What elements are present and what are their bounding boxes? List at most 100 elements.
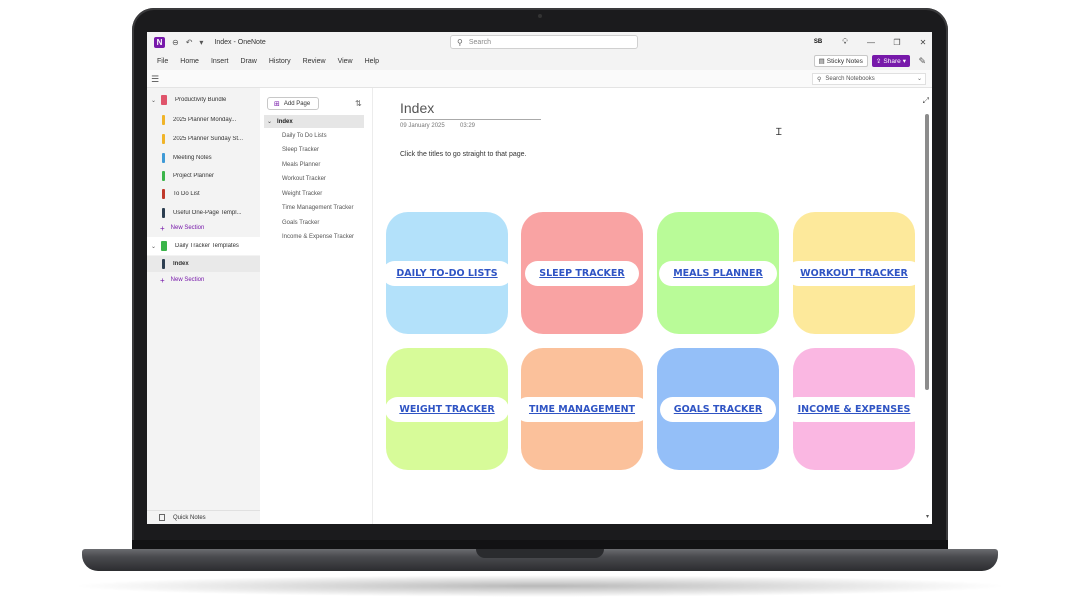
undo-icon[interactable]: ↶ [186, 38, 193, 47]
pen-icon[interactable]: ✎ [918, 56, 926, 67]
new-section-button[interactable]: + New Section [147, 272, 260, 288]
menu-view[interactable]: View [338, 58, 353, 65]
page-label: Index [277, 118, 293, 125]
notebook-daily-tracker-templates[interactable]: ⌄ Daily Tracker Templates [147, 237, 260, 255]
section-item[interactable]: Useful One-Page Templ... [147, 205, 260, 221]
onenote-logo-icon: N [154, 36, 165, 48]
tile-workout-tracker: WORKOUT TRACKER [786, 212, 922, 334]
section-item-index[interactable]: Index [147, 256, 260, 272]
link-sleep-tracker[interactable]: SLEEP TRACKER [525, 260, 639, 286]
webcam [538, 14, 542, 18]
page-item[interactable]: Sleep Tracker [264, 143, 364, 156]
minimize-icon[interactable]: — [866, 38, 876, 47]
page-canvas[interactable]: Index 09 January 2025 03:29 Click the ti… [374, 88, 932, 524]
section-color-bar [162, 208, 165, 218]
page-item[interactable]: Income & Expense Tracker [264, 230, 364, 243]
account-avatar[interactable]: SB [812, 37, 824, 47]
section-label: Useful One-Page Templ... [173, 210, 242, 216]
quick-access-dropdown-icon[interactable]: ▾ [199, 38, 203, 47]
page-item[interactable]: Weight Tracker [264, 187, 364, 200]
section-item[interactable]: To Do List [147, 186, 260, 202]
laptop-notch [476, 549, 604, 558]
vertical-scrollbar[interactable] [925, 114, 929, 390]
notebook-search-input[interactable]: ⚲ Search Notebooks ⌄ [812, 73, 926, 85]
back-icon[interactable]: ⊖ [172, 38, 179, 47]
window-title: Index - OneNote [214, 38, 266, 46]
hamburger-menu-icon[interactable]: ☰ [151, 74, 159, 85]
text-cursor-icon: Ɪ [776, 127, 782, 138]
share-icon: ⇪ [875, 58, 882, 65]
link-daily-to-do-lists[interactable]: DAILY TO-DO LISTS [382, 260, 512, 286]
page-label: Weight Tracker [282, 190, 323, 197]
page-item[interactable]: Meals Planner [264, 158, 364, 171]
menu-file[interactable]: File [157, 58, 168, 65]
notebook-name: Productivity Bundle [175, 97, 227, 103]
section-item[interactable]: 2025 Planner Monday... [147, 112, 260, 128]
link-weight-tracker[interactable]: WEIGHT TRACKER [385, 396, 509, 422]
section-color-bar [162, 259, 165, 269]
section-label: Project Planner [173, 173, 215, 179]
new-section-button[interactable]: + New Section [147, 220, 260, 236]
menu-review[interactable]: Review [303, 58, 326, 65]
sticky-notes-button[interactable]: ▤ Sticky Notes [813, 55, 868, 67]
menu-home[interactable]: Home [180, 58, 199, 65]
page-label: Time Management Tracker [282, 204, 354, 211]
expand-icon[interactable]: ⤢ [923, 96, 929, 106]
section-color-bar [162, 134, 165, 144]
scroll-down-icon[interactable]: ▾ [926, 513, 929, 520]
section-item[interactable]: Project Planner [147, 168, 260, 184]
laptop-shadow [70, 575, 1010, 597]
new-section-label: New Section [170, 225, 205, 231]
chevron-down-icon[interactable]: ⌄ [151, 97, 159, 104]
search-box[interactable]: ⚲ Search [450, 35, 638, 49]
navigation-bar: ☰ ⚲ Search Notebooks ⌄ [147, 70, 932, 88]
chevron-down-icon[interactable]: ⌄ [917, 75, 922, 82]
link-income-expenses[interactable]: INCOME & EXPENSES [783, 396, 925, 422]
notebook-productivity-bundle[interactable]: ⌄ Productivity Bundle [147, 92, 260, 108]
lightbulb-icon[interactable]: 💡︎ [840, 37, 850, 47]
link-time-management[interactable]: TIME MANAGEMENT [514, 396, 650, 422]
plus-icon: + [160, 275, 165, 285]
section-color-bar [162, 115, 165, 125]
page-item-index[interactable]: ⌄ Index [264, 115, 364, 128]
new-section-label: New Section [170, 277, 205, 283]
link-workout-tracker[interactable]: WORKOUT TRACKER [786, 260, 922, 286]
page-title[interactable]: Index [400, 100, 434, 116]
sort-icon[interactable]: ⇅ [355, 99, 362, 108]
quick-notes[interactable]: Quick Notes [147, 510, 260, 524]
page-item[interactable]: Time Management Tracker [264, 201, 364, 214]
search-icon: ⚲ [817, 76, 822, 83]
page-label: Income & Expense Tracker [282, 233, 355, 240]
notebook-pane: ⌄ Productivity Bundle 2025 Planner Monda… [147, 88, 260, 524]
page-item[interactable]: Goals Tracker [264, 216, 364, 229]
link-goals-tracker[interactable]: GOALS TRACKER [659, 396, 777, 422]
menu-draw[interactable]: Draw [240, 58, 256, 65]
search-icon: ⚲ [457, 37, 463, 47]
section-label: Index [173, 261, 189, 267]
section-label: Meeting Notes [173, 155, 212, 161]
tile-time-management: TIME MANAGEMENT [514, 348, 650, 470]
page-label: Meals Planner [282, 161, 321, 168]
menu-history[interactable]: History [269, 58, 291, 65]
page-item[interactable]: Daily To Do Lists [264, 129, 364, 142]
menu-insert[interactable]: Insert [211, 58, 229, 65]
page-item[interactable]: Workout Tracker [264, 172, 364, 185]
close-icon[interactable]: ✕ [918, 38, 928, 47]
onenote-window: N ⊖ ↶ ▾ Index - OneNote ⚲ Search SB 💡︎ —… [147, 32, 932, 524]
restore-icon[interactable]: ❐ [892, 38, 902, 47]
ribbon-menu: File Home Insert Draw History Review Vie… [147, 52, 932, 70]
menu-help[interactable]: Help [365, 58, 379, 65]
link-meals-planner[interactable]: MEALS PLANNER [659, 260, 777, 286]
chevron-down-icon[interactable]: ⌄ [151, 243, 159, 250]
section-item[interactable]: 2025 Planner Sunday St... [147, 131, 260, 147]
notebook-name: Daily Tracker Templates [175, 243, 239, 249]
add-page-button[interactable]: ⊞ Add Page [267, 97, 320, 110]
add-page-icon: ⊞ [274, 100, 280, 108]
notebook-search-placeholder: Search Notebooks [825, 76, 875, 82]
tile-sleep-tracker: SLEEP TRACKER [521, 212, 643, 334]
share-button[interactable]: ⇪ Share ▾ [871, 55, 910, 67]
page-label: Sleep Tracker [282, 146, 320, 153]
title-underline [400, 119, 541, 120]
section-item[interactable]: Meeting Notes [147, 150, 260, 166]
chevron-down-icon[interactable]: ⌄ [267, 118, 272, 125]
